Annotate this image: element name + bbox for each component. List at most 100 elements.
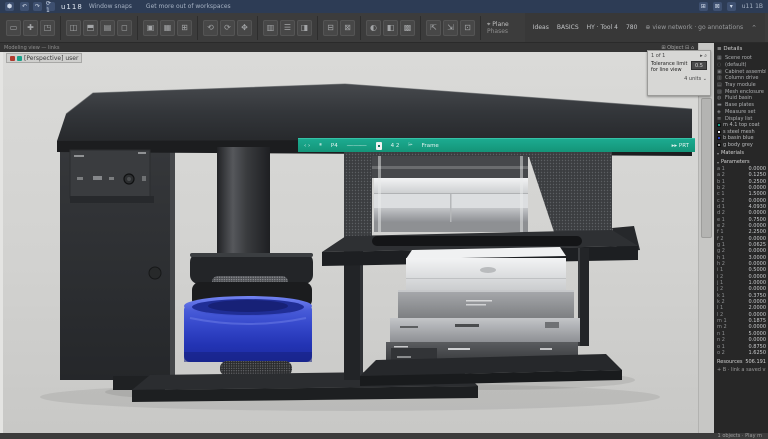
tabstrip-left-text[interactable]: Modeling view — links xyxy=(4,45,59,51)
viewport-3d[interactable]: [Perspective] user ‹ › ⏸ P4 ┄┄┄┄┄┄ 4 2 ⌲ Frame… xyxy=(0,52,698,433)
material-label: g body grey xyxy=(723,142,753,148)
ribbon-tool-icon[interactable]: ⇲ xyxy=(443,20,458,36)
parameter-row[interactable]: o 21.6250 xyxy=(717,350,766,356)
measure-toolbar[interactable]: ‹ › ⏸ P4 ┄┄┄┄┄┄ 4 2 ⌲ Frame ▸▸ PRT xyxy=(298,138,695,152)
ribbon-tool-icon[interactable]: ▥ xyxy=(263,20,278,36)
section-parameters[interactable]: Parameters xyxy=(717,159,766,166)
ribbon-menu-item[interactable]: BASICS xyxy=(557,24,579,31)
ribbon-separator xyxy=(420,16,421,40)
plane-sublabel: Phases xyxy=(487,28,509,35)
material-item[interactable]: m 4.1 top coat xyxy=(717,122,766,129)
tree-item[interactable]: ▨Mesh enclosure xyxy=(717,88,766,95)
measure-toolbar-item[interactable]: ⏸ xyxy=(319,142,322,149)
ribbon-tool-icon[interactable]: ⇱ xyxy=(426,20,441,36)
measure-toolbar-item[interactable]: 4 2 xyxy=(391,143,400,149)
ribbon-tool-icon[interactable]: ☰ xyxy=(280,20,295,36)
ribbon-separator xyxy=(137,16,138,40)
dialog-tools[interactable]: ▸ ⌕ xyxy=(700,53,707,59)
quick-access-toolbar: ↶ ↷ ⟳ 1 xyxy=(20,2,55,11)
titlebar-action-icon[interactable]: ⟳ 1 xyxy=(46,2,55,11)
ribbon-separator xyxy=(257,16,258,40)
material-swatch xyxy=(717,136,721,140)
section-materials[interactable]: Materials xyxy=(717,150,766,157)
tree-item[interactable]: ◈Measure set xyxy=(717,109,766,116)
ribbon-groups: ▭✚◳ ◫⬒▤◻ ▣▦⊞ ⟲⟳✥ ▥☰◨ ⊟⊠ ◐◧▩ ⇱⇲⊡ xyxy=(3,16,483,40)
tree-item[interactable]: ▤Tray module xyxy=(717,82,766,89)
dialog-pager[interactable]: 1 of 1 xyxy=(651,53,665,59)
tree-item-icon: ◌ xyxy=(717,62,723,68)
measure-toolbar-item[interactable]: ⌲ xyxy=(408,142,412,149)
ribbon-tool-icon[interactable]: ◐ xyxy=(366,20,381,36)
ribbon-tool-icon[interactable]: ⊞ xyxy=(177,20,192,36)
ribbon-tool-icon[interactable]: ⟲ xyxy=(203,20,218,36)
ribbon-tool-icon[interactable]: ◳ xyxy=(40,20,55,36)
tree-item-icon: ▦ xyxy=(717,55,723,61)
tree-item-label: Display list xyxy=(725,116,752,122)
app-menu-icon[interactable]: ⬢ xyxy=(5,2,14,11)
dialog-label: Tolerance limit for line view xyxy=(651,61,689,73)
ribbon-menu-item[interactable]: HY · Tool 4 xyxy=(587,24,618,31)
note-row[interactable]: + B · link a saved view xyxy=(717,367,766,373)
ribbon-tool-icon[interactable]: ▭ xyxy=(6,20,21,36)
dialog-value-button[interactable]: 0.5 xyxy=(691,61,707,70)
ribbon-tool-icon[interactable]: ⊠ xyxy=(340,20,355,36)
titlebar-link[interactable]: Window snaps xyxy=(89,3,132,10)
measure-toolbar-item[interactable]: ┄┄┄┄┄┄ xyxy=(347,143,367,149)
ribbon-separator xyxy=(317,16,318,40)
ribbon-tool-icon[interactable]: ⟳ xyxy=(220,20,235,36)
ribbon-plane-dropdown[interactable]: ⌖ Plane Phases xyxy=(483,21,513,35)
viewport-label: [Perspective] user xyxy=(24,55,78,62)
tree-item[interactable]: ▣Cabinet assembly xyxy=(717,68,766,75)
tree-item[interactable]: ▦Scene root xyxy=(717,55,766,62)
ribbon-tool-icon[interactable]: ⊟ xyxy=(323,20,338,36)
ribbon-tool-icon[interactable]: ✚ xyxy=(23,20,38,36)
ribbon-menu-item[interactable]: Ideas xyxy=(533,24,549,31)
titlebar-window-icon[interactable]: ▾ xyxy=(727,2,736,11)
tree-item[interactable]: ▥Column drive xyxy=(717,75,766,82)
measure-toolbar-right[interactable]: ▸▸ PRT xyxy=(672,143,689,149)
measure-toolbar-item[interactable]: P4 xyxy=(331,143,338,149)
viewport-scrollbar[interactable] xyxy=(698,43,714,433)
tree-item[interactable]: ▬Base plates xyxy=(717,102,766,109)
titlebar-action-icon[interactable]: ↷ xyxy=(33,2,42,11)
viewport-label-tab[interactable]: [Perspective] user xyxy=(6,53,82,63)
material-swatch xyxy=(717,130,721,134)
tree-item-label: Scene root xyxy=(725,55,752,61)
titlebar-link[interactable]: Get more out of workspaces xyxy=(146,3,231,10)
ribbon-tool-icon[interactable]: ◨ xyxy=(297,20,312,36)
tree-item-icon: ▬ xyxy=(717,102,723,108)
ribbon-separator xyxy=(480,16,481,40)
ribbon-group: ⟲⟳✥ xyxy=(200,20,255,36)
ribbon-tool-icon[interactable]: ✥ xyxy=(237,20,252,36)
scrollbar-thumb[interactable] xyxy=(701,98,712,238)
measure-chip-icon[interactable] xyxy=(376,142,382,150)
tree-item[interactable]: ≣Display list xyxy=(717,115,766,122)
tree-item-icon: ◈ xyxy=(717,109,723,115)
ribbon-tool-icon[interactable]: ▩ xyxy=(400,20,415,36)
measure-toolbar-item[interactable]: ‹ › xyxy=(304,143,310,149)
ribbon-menu-item[interactable]: 780 xyxy=(626,24,637,31)
ribbon-tool-icon[interactable]: ▤ xyxy=(100,20,115,36)
ribbon-tool-icon[interactable]: ◫ xyxy=(66,20,81,36)
tree-item[interactable]: ◌(default) xyxy=(717,62,766,69)
titlebar-window-icon[interactable]: ⊞ xyxy=(699,2,708,11)
tree-item[interactable]: ◍Fluid basin xyxy=(717,95,766,102)
viewport-canvas[interactable] xyxy=(3,52,698,433)
ribbon-collapse-icon[interactable]: ⌃ xyxy=(751,24,757,32)
ribbon-menu-items: Ideas BASICS HY · Tool 4 780 xyxy=(533,24,638,31)
ribbon-tool-icon[interactable]: ◧ xyxy=(383,20,398,36)
measure-toolbar-item[interactable]: Frame xyxy=(422,143,439,149)
ribbon-tool-icon[interactable]: ◻ xyxy=(117,20,132,36)
ribbon-group: ⊟⊠ xyxy=(320,20,358,36)
material-item[interactable]: g body grey xyxy=(717,141,766,148)
ribbon-group: ▥☰◨ xyxy=(260,20,315,36)
ribbon-tool-icon[interactable]: ⊡ xyxy=(460,20,475,36)
titlebar-window-icon[interactable]: ⊠ xyxy=(713,2,722,11)
titlebar-action-icon[interactable]: ↶ xyxy=(20,2,29,11)
tree-item-icon: ≣ xyxy=(717,116,723,122)
ribbon-tool-icon[interactable]: ▣ xyxy=(143,20,158,36)
ribbon-tool-icon[interactable]: ⬒ xyxy=(83,20,98,36)
tolerance-dialog[interactable]: 1 of 1 ▸ ⌕ Tolerance limit for line view… xyxy=(647,50,711,96)
model-blue-basin xyxy=(184,296,312,376)
ribbon-tool-icon[interactable]: ▦ xyxy=(160,20,175,36)
